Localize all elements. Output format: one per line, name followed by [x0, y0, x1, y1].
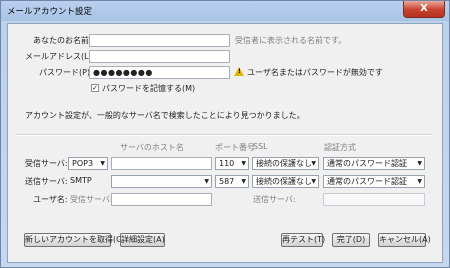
chevron-down-icon: ▼	[241, 160, 246, 167]
window-title: メールアカウント設定	[7, 7, 93, 17]
incoming-port-value: 110	[219, 159, 235, 168]
header-port: ポート番号	[215, 143, 255, 152]
header-hostname: サーバのホスト名	[120, 143, 184, 152]
status-message: アカウント設定が、一般的なサーバ名で検索したことにより見つかりました。	[25, 111, 305, 120]
retest-button[interactable]: 再テスト(T)	[281, 233, 325, 247]
incoming-hostname-input[interactable]	[111, 157, 212, 170]
incoming-protocol-select[interactable]: POP3 ▼	[68, 157, 108, 170]
password-label: パスワード(P):	[39, 68, 93, 77]
close-icon[interactable]: X	[403, 1, 445, 18]
outgoing-auth-select[interactable]: 通常のパスワード認証 ▼	[323, 175, 425, 188]
warning-icon: !	[234, 67, 244, 76]
incoming-server-label: 受信サーバ:	[25, 159, 68, 168]
chevron-down-icon: ▼	[204, 178, 209, 185]
username-incoming-input[interactable]	[111, 193, 212, 206]
header-ssl: SSL	[253, 142, 268, 151]
remember-password-checkbox[interactable]: ✓	[91, 84, 99, 92]
outgoing-port-value: 587	[219, 177, 235, 186]
incoming-port-select[interactable]: 110 ▼	[215, 157, 249, 170]
chevron-down-icon: ▼	[417, 178, 422, 185]
username-outgoing-label: 送信サーバ:	[253, 195, 296, 204]
chevron-down-icon: ▼	[417, 160, 422, 167]
outgoing-auth-value: 通常のパスワード認証	[327, 177, 407, 186]
divider	[16, 134, 432, 136]
chevron-down-icon: ▼	[311, 160, 316, 167]
title-bar: メールアカウント設定 X	[1, 1, 449, 20]
outgoing-server-label: 送信サーバ:	[25, 177, 68, 186]
username-label: ユーザ名:	[33, 195, 68, 204]
cancel-button[interactable]: キャンセル(A)	[378, 233, 431, 247]
incoming-protocol-value: POP3	[72, 159, 94, 168]
chevron-down-icon: ▼	[311, 178, 316, 185]
incoming-ssl-select[interactable]: 接続の保護なし ▼	[252, 157, 319, 170]
outgoing-protocol: SMTP	[70, 176, 92, 185]
incoming-auth-value: 通常のパスワード認証	[327, 159, 407, 168]
password-warning: ユーザ名またはパスワードが無効です	[247, 68, 383, 77]
username-incoming-label: 受信サーバ:	[70, 195, 113, 204]
incoming-auth-select[interactable]: 通常のパスワード認証 ▼	[323, 157, 425, 170]
password-input[interactable]: ●●●●●●●●	[89, 66, 230, 79]
email-input[interactable]	[89, 50, 230, 63]
dialog-window: メールアカウント設定 X あなたのお名前(N): 受信者に表示される名前です。 …	[0, 0, 450, 268]
dialog-content: あなたのお名前(N): 受信者に表示される名前です。 メールアドレス(L): パ…	[7, 23, 443, 263]
remember-password-label[interactable]: パスワードを記憶する(M)	[102, 83, 195, 94]
done-button[interactable]: 完了(D)	[332, 233, 370, 247]
incoming-ssl-value: 接続の保護なし	[256, 159, 312, 168]
name-input[interactable]	[89, 34, 230, 47]
username-outgoing-input[interactable]	[323, 193, 425, 206]
advanced-settings-button[interactable]: 詳細設定(A)	[120, 233, 165, 247]
chevron-down-icon: ▼	[241, 178, 246, 185]
outgoing-ssl-select[interactable]: 接続の保護なし ▼	[252, 175, 319, 188]
outgoing-ssl-value: 接続の保護なし	[256, 177, 312, 186]
chevron-down-icon: ▼	[100, 160, 105, 167]
name-hint: 受信者に表示される名前です。	[235, 36, 347, 45]
new-account-button[interactable]: 新しいアカウントを取得(G)	[24, 233, 125, 247]
outgoing-hostname-select[interactable]: ▼	[111, 175, 212, 188]
email-label: メールアドレス(L):	[25, 52, 95, 61]
header-auth: 認証方式	[324, 143, 356, 152]
outgoing-port-select[interactable]: 587 ▼	[215, 175, 249, 188]
